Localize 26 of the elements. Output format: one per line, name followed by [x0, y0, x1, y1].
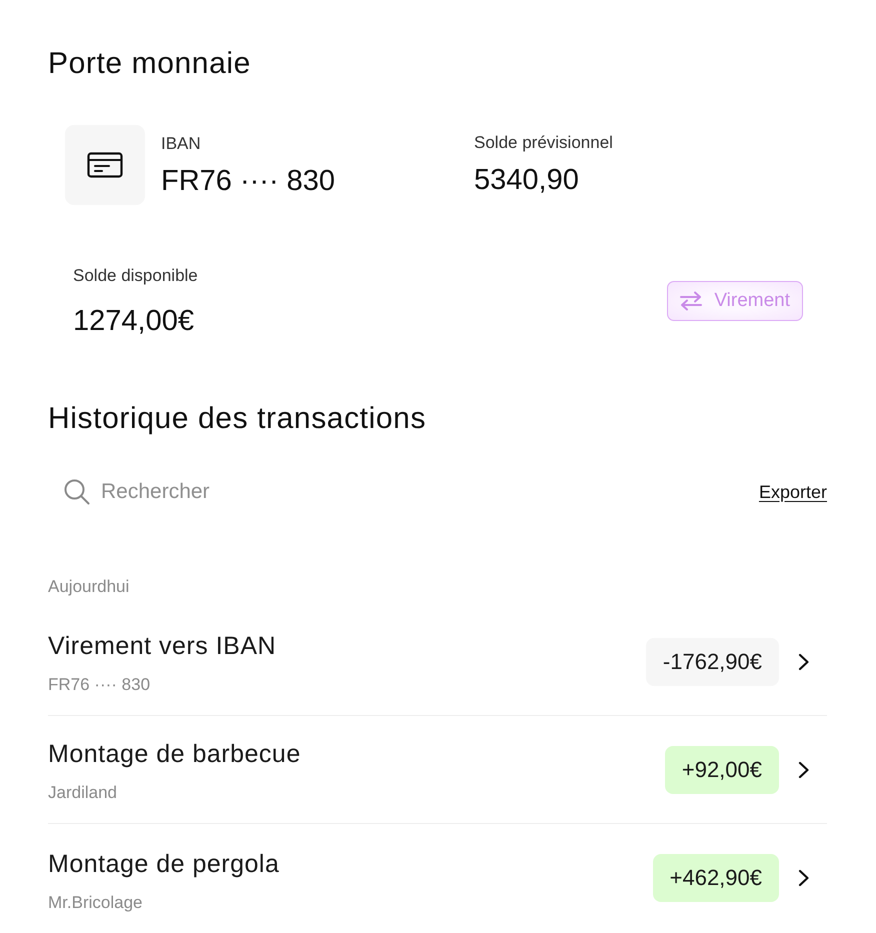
chevron-right-icon[interactable] — [798, 760, 810, 778]
transaction-title: Virement vers IBAN — [48, 631, 276, 661]
transaction-subtitle: Jardiland — [48, 782, 117, 804]
transaction-subtitle: Mr.Bricolage — [48, 892, 142, 914]
chevron-right-icon[interactable] — [798, 869, 810, 887]
chevron-right-icon[interactable] — [798, 652, 810, 670]
search-icon — [64, 479, 90, 505]
export-link[interactable]: Exporter — [758, 481, 827, 503]
iban-label: IBAN — [161, 132, 201, 154]
date-group-label: Aujourdhui — [48, 576, 130, 598]
transaction-subtitle: FR76 ···· 830 — [48, 674, 150, 696]
transaction-title: Montage de barbecue — [48, 739, 301, 769]
amount-badge: -1762,90€ — [646, 638, 779, 686]
available-balance-value: 1274,00€ — [73, 304, 194, 338]
iban-value: FR76 ···· 830 — [161, 164, 336, 198]
amount-badge: +92,00€ — [664, 746, 779, 794]
forecast-balance-value: 5340,90 — [474, 162, 579, 196]
search-field[interactable]: Rechercher — [101, 477, 401, 507]
amount-badge: +462,90€ — [652, 854, 779, 902]
swap-arrows-icon — [679, 290, 704, 310]
transaction-title: Montage de pergola — [48, 849, 280, 879]
section-title: Porte monnaie — [48, 47, 251, 81]
forecast-balance-label: Solde prévisionnel — [474, 132, 613, 154]
card-icon — [65, 125, 145, 205]
section-title: Historique des transactions — [48, 402, 426, 436]
available-balance-label: Solde disponible — [73, 265, 198, 287]
